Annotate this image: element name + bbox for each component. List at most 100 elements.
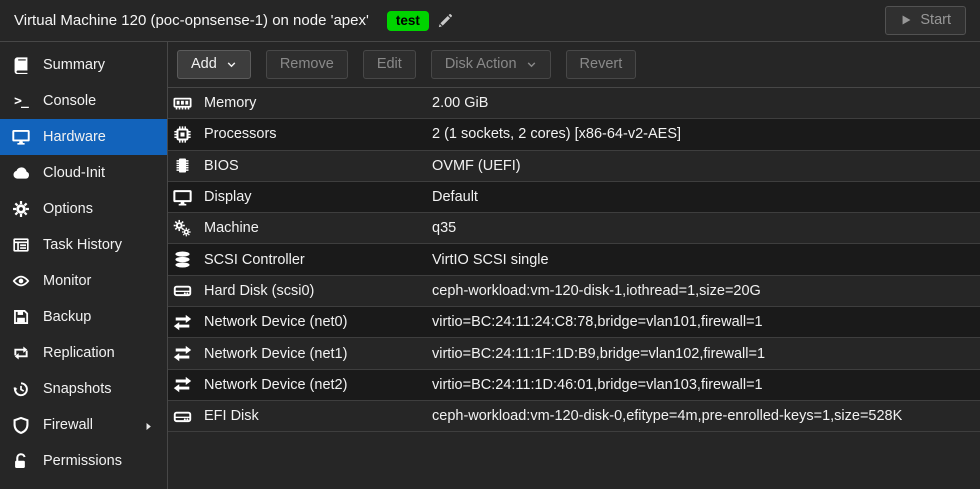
cloud-icon <box>12 164 30 182</box>
device-value: virtio=BC:24:11:1D:46:01,bridge=vlan103,… <box>432 377 763 393</box>
table-row[interactable]: BIOS OVMF (UEFI) <box>168 151 980 182</box>
gear-icon <box>12 200 30 218</box>
table-row[interactable]: Network Device (net0) virtio=BC:24:11:24… <box>168 307 980 338</box>
sidebar-item-label: Cloud-Init <box>43 165 105 181</box>
table-row[interactable]: Network Device (net2) virtio=BC:24:11:1D… <box>168 370 980 401</box>
sidebar-item-cloud-init[interactable]: Cloud-Init <box>0 155 167 191</box>
start-button-label: Start <box>920 12 951 28</box>
device-label: Processors <box>204 126 432 142</box>
chevron-down-icon <box>226 59 237 70</box>
device-value: VirtIO SCSI single <box>432 252 549 268</box>
display-icon <box>173 188 192 207</box>
device-value: ceph-workload:vm-120-disk-1,iothread=1,s… <box>432 283 761 299</box>
memory-icon <box>173 94 192 113</box>
device-label: SCSI Controller <box>204 252 432 268</box>
revert-button[interactable]: Revert <box>566 50 637 79</box>
desktop-icon <box>12 128 30 146</box>
sidebar-item-monitor[interactable]: Monitor <box>0 263 167 299</box>
disk-action-button[interactable]: Disk Action <box>431 50 551 79</box>
sidebar-item-label: Replication <box>43 345 115 361</box>
sidebar-item-label: Monitor <box>43 273 91 289</box>
hardware-table: Memory 2.00 GiB Processors 2 (1 sockets,… <box>168 88 980 432</box>
eye-icon <box>12 272 30 290</box>
cogs-icon <box>173 219 192 238</box>
microchip-icon <box>173 156 192 175</box>
device-value: ceph-workload:vm-120-disk-0,efitype=4m,p… <box>432 408 902 424</box>
table-row[interactable]: EFI Disk ceph-workload:vm-120-disk-0,efi… <box>168 401 980 432</box>
device-label: Display <box>204 189 432 205</box>
button-label: Edit <box>377 56 402 72</box>
device-label: Network Device (net0) <box>204 314 432 330</box>
sidebar-item-task-history[interactable]: Task History <box>0 227 167 263</box>
device-label: Network Device (net2) <box>204 377 432 393</box>
device-label: Hard Disk (scsi0) <box>204 283 432 299</box>
chevron-right-icon <box>143 420 154 431</box>
sidebar-item-label: Task History <box>43 237 122 253</box>
remove-button[interactable]: Remove <box>266 50 348 79</box>
vm-sidebar: Summary >_ Console Hardware Cloud-Init O… <box>0 42 168 489</box>
sidebar-item-options[interactable]: Options <box>0 191 167 227</box>
network-icon <box>173 375 192 394</box>
device-label: Memory <box>204 95 432 111</box>
table-row[interactable]: Memory 2.00 GiB <box>168 88 980 119</box>
device-value: virtio=BC:24:11:24:C8:78,bridge=vlan101,… <box>432 314 763 330</box>
floppy-icon <box>12 308 30 326</box>
vm-tag: test <box>387 11 429 31</box>
shield-icon <box>12 416 30 434</box>
chevron-down-icon <box>526 59 537 70</box>
unlock-icon <box>12 452 30 470</box>
sidebar-item-label: Firewall <box>43 417 93 433</box>
table-row[interactable]: SCSI Controller VirtIO SCSI single <box>168 244 980 275</box>
device-value: 2 (1 sockets, 2 cores) [x86-64-v2-AES] <box>432 126 681 142</box>
device-label: Machine <box>204 220 432 236</box>
device-value: Default <box>432 189 478 205</box>
device-value: q35 <box>432 220 456 236</box>
sidebar-item-hardware[interactable]: Hardware <box>0 119 167 155</box>
cpu-icon <box>173 125 192 144</box>
sidebar-item-summary[interactable]: Summary <box>0 47 167 83</box>
sidebar-item-label: Backup <box>43 309 91 325</box>
sidebar-item-label: Options <box>43 201 93 217</box>
table-row[interactable]: Machine q35 <box>168 213 980 244</box>
table-row[interactable]: Display Default <box>168 182 980 213</box>
empty-area <box>168 432 980 489</box>
database-icon <box>173 250 192 269</box>
button-label: Remove <box>280 56 334 72</box>
sidebar-item-replication[interactable]: Replication <box>0 335 167 371</box>
main-layout: Summary >_ Console Hardware Cloud-Init O… <box>0 42 980 489</box>
button-label: Add <box>191 56 217 72</box>
sidebar-item-label: Console <box>43 93 96 109</box>
hdd-icon <box>173 407 192 426</box>
book-icon <box>12 56 30 74</box>
replication-icon <box>12 344 30 362</box>
terminal-icon: >_ <box>12 92 30 110</box>
table-row[interactable]: Network Device (net1) virtio=BC:24:11:1F… <box>168 338 980 369</box>
sidebar-item-permissions[interactable]: Permissions <box>0 443 167 479</box>
history-icon <box>12 380 30 398</box>
device-value: virtio=BC:24:11:1F:1D:B9,bridge=vlan102,… <box>432 346 765 362</box>
sidebar-item-console[interactable]: >_ Console <box>0 83 167 119</box>
network-icon <box>173 344 192 363</box>
hdd-icon <box>173 281 192 300</box>
table-row[interactable]: Processors 2 (1 sockets, 2 cores) [x86-6… <box>168 119 980 150</box>
sidebar-item-label: Permissions <box>43 453 122 469</box>
device-value: OVMF (UEFI) <box>432 158 521 174</box>
device-label: EFI Disk <box>204 408 432 424</box>
vm-title: Virtual Machine 120 (poc-opnsense-1) on … <box>14 12 369 29</box>
page-header: Virtual Machine 120 (poc-opnsense-1) on … <box>0 0 980 42</box>
play-icon <box>900 14 912 26</box>
sidebar-item-firewall[interactable]: Firewall <box>0 407 167 443</box>
button-label: Disk Action <box>445 56 517 72</box>
device-label: BIOS <box>204 158 432 174</box>
table-row[interactable]: Hard Disk (scsi0) ceph-workload:vm-120-d… <box>168 276 980 307</box>
task-list-icon <box>12 236 30 254</box>
device-value: 2.00 GiB <box>432 95 488 111</box>
add-button[interactable]: Add <box>177 50 251 79</box>
sidebar-item-label: Summary <box>43 57 105 73</box>
sidebar-item-backup[interactable]: Backup <box>0 299 167 335</box>
edit-button[interactable]: Edit <box>363 50 416 79</box>
start-button[interactable]: Start <box>885 6 966 35</box>
edit-tags-pencil-icon[interactable] <box>437 13 453 29</box>
device-label: Network Device (net1) <box>204 346 432 362</box>
sidebar-item-snapshots[interactable]: Snapshots <box>0 371 167 407</box>
